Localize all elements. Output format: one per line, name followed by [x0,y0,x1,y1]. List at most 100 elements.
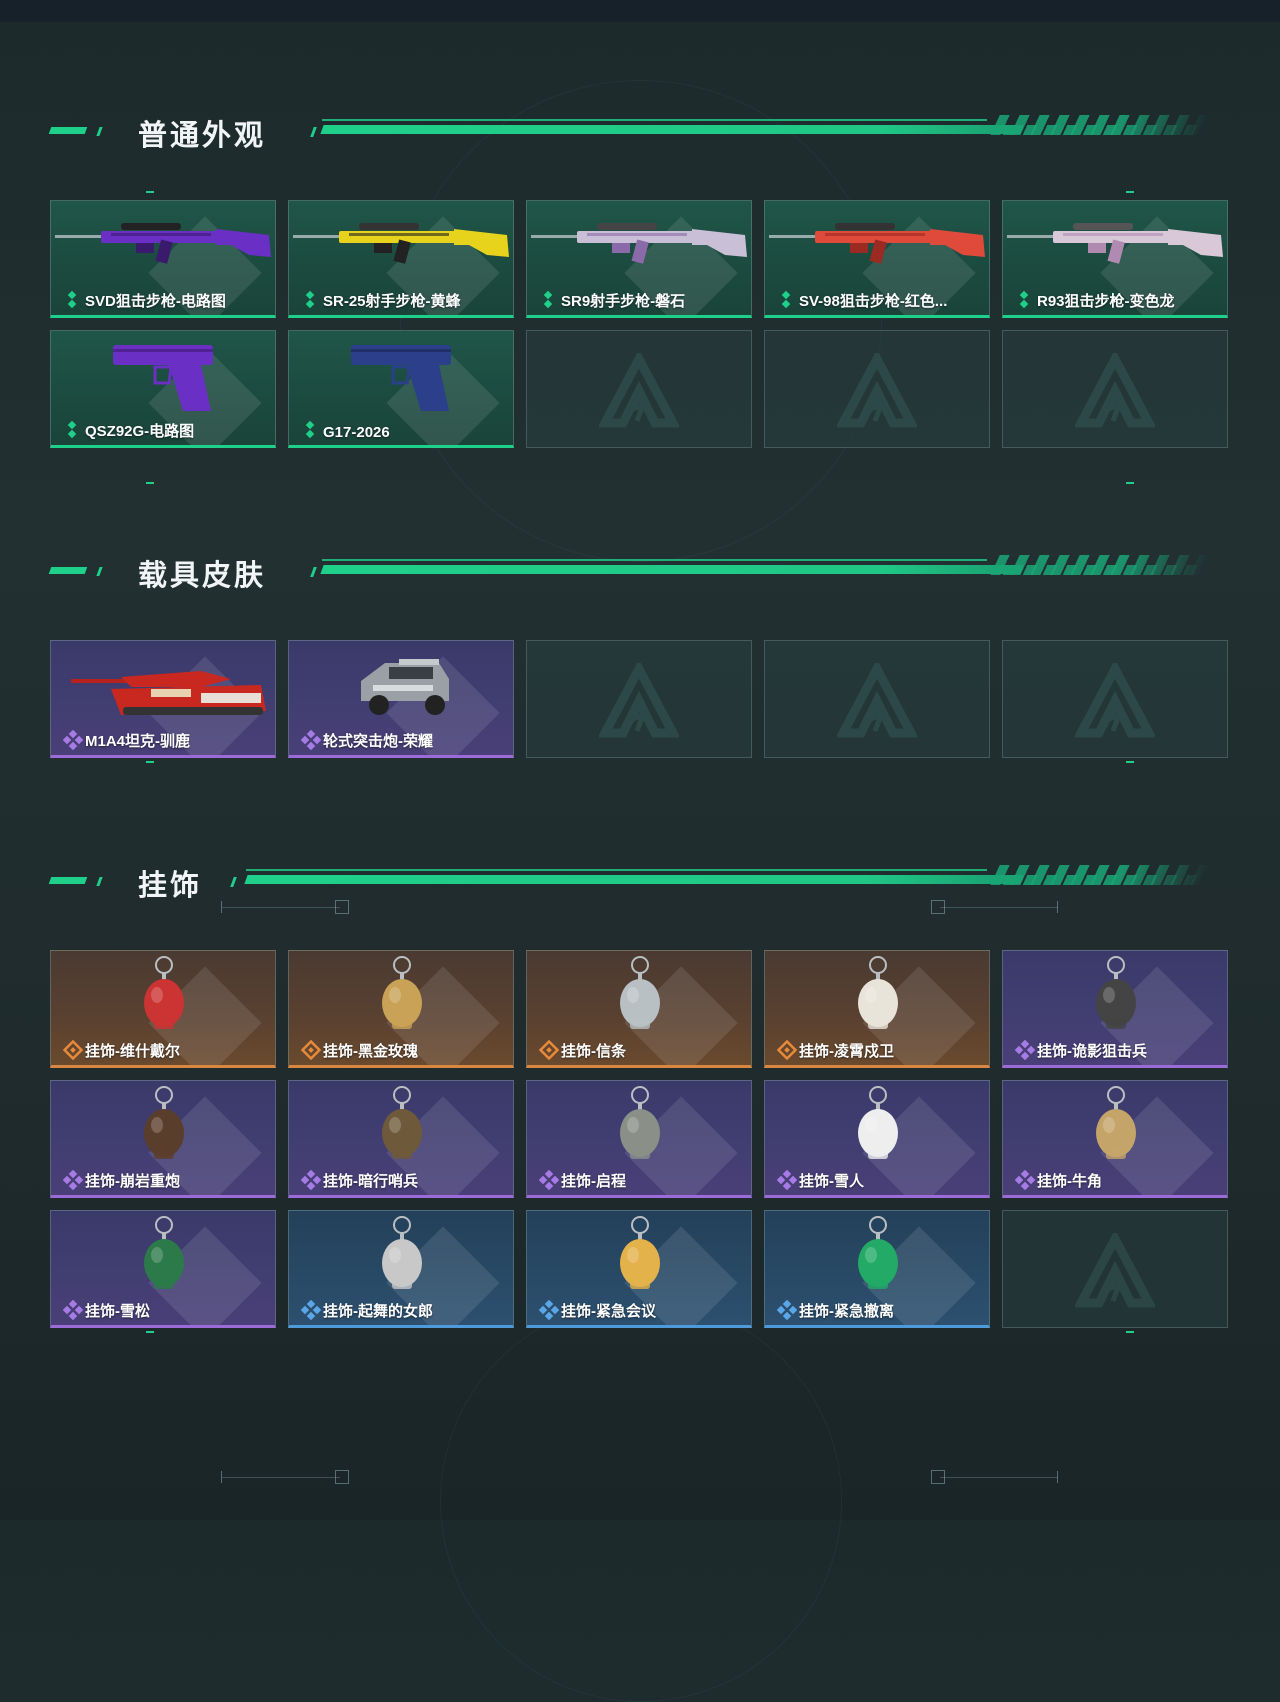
item-card[interactable]: SV-98狙击步枪-红色... [764,200,990,318]
item-card[interactable]: 挂饰-紧急撤离 [764,1210,990,1328]
rarity-icon [62,1039,84,1061]
rarity-icon [300,729,322,751]
item-label: 挂饰-牛角 [1037,1173,1102,1190]
item-card[interactable]: 挂饰-启程 [526,1080,752,1198]
rarity-icon [300,1299,322,1321]
empty-slot [764,640,990,758]
corner-mark [1126,482,1134,484]
hud-ruler [940,1477,1058,1478]
item-label: 挂饰-信条 [561,1043,626,1060]
item-label: QSZ92G-电路图 [85,423,195,440]
item-card[interactable]: SR-25射手步枪-黄蜂 [288,200,514,318]
rarity-icon [539,290,559,310]
charm-icon [51,1211,275,1297]
hud-square [335,900,349,914]
item-card[interactable]: R93狙击步枪-变色龙 [1002,200,1228,318]
corner-mark [1126,761,1134,763]
rarity-icon [300,1169,322,1191]
item-card[interactable]: 挂饰-紧急会议 [526,1210,752,1328]
item-card[interactable]: 挂饰-崩岩重炮 [50,1080,276,1198]
item-label: SR9射手步枪-磐石 [561,293,686,310]
item-card[interactable]: QSZ92G-电路图 [50,330,276,448]
header-checker [992,875,1208,885]
background-ring [440,1300,842,1702]
hud-square [335,1470,349,1484]
charm-icon [765,1211,989,1297]
item-label: 挂饰-紧急撤离 [799,1303,894,1320]
rarity-icon [62,1299,84,1321]
pistol-icon [51,331,275,417]
item-card[interactable]: 轮式突击炮-荣耀 [288,640,514,758]
rarity-icon [63,290,83,310]
item-card[interactable]: 挂饰-凌霄戍卫 [764,950,990,1068]
header-bar [320,125,1024,134]
item-card[interactable]: 挂饰-黑金玫瑰 [288,950,514,1068]
background-ring [400,80,882,562]
rarity-icon [538,1039,560,1061]
empty-slot [526,640,752,758]
item-card[interactable]: SR9射手步枪-磐石 [526,200,752,318]
marksman-rifle-icon [289,201,513,287]
charm-icon [527,1081,751,1167]
rarity-icon [776,1039,798,1061]
item-label: R93狙击步枪-变色龙 [1037,293,1175,310]
item-label: 挂饰-崩岩重炮 [85,1173,180,1190]
item-card[interactable]: SVD狙击步枪-电路图 [50,200,276,318]
item-card[interactable]: 挂饰-雪人 [764,1080,990,1198]
rarity-icon [1014,1039,1036,1061]
item-label: M1A4坦克-驯鹿 [85,733,191,750]
item-card[interactable]: M1A4坦克-驯鹿 [50,640,276,758]
corner-mark [146,191,154,193]
item-card[interactable]: 挂饰-牛角 [1002,1080,1228,1198]
armored-car-icon [289,641,513,727]
item-card[interactable]: G17-2026 [288,330,514,448]
header-accent [96,877,103,886]
rarity-icon [301,420,321,440]
header-accent [96,567,103,576]
logo-watermark-icon [597,349,681,433]
item-label: 挂饰-暗行哨兵 [323,1173,418,1190]
item-label: 挂饰-起舞的女郎 [323,1303,433,1320]
item-label: 挂饰-诡影狙击兵 [1037,1043,1147,1060]
item-card[interactable]: 挂饰-起舞的女郎 [288,1210,514,1328]
item-card[interactable]: 挂饰-诡影狙击兵 [1002,950,1228,1068]
section-header-charms: 挂饰 [48,865,1210,902]
header-accent [310,567,317,577]
corner-mark [146,482,154,484]
section-title: 普通外观 [138,120,267,152]
item-label: SR-25射手步枪-黄蜂 [323,293,461,310]
header-bar [244,875,1024,884]
pistol-icon [289,331,513,417]
item-label: 挂饰-维什戴尔 [85,1043,180,1060]
logo-watermark-icon [597,659,681,743]
header-line [322,119,987,121]
top-bar [0,0,1280,22]
hud-ruler [940,907,1058,908]
charm-icon [289,1081,513,1167]
charm-icon [289,1211,513,1297]
rarity-icon [1015,290,1035,310]
marksman-rifle-icon [527,201,751,287]
rarity-icon [62,729,84,751]
logo-watermark-icon [1073,349,1157,433]
header-accent [230,877,237,887]
item-card[interactable]: 挂饰-维什戴尔 [50,950,276,1068]
rarity-icon [301,290,321,310]
sniper-rifle-icon [1003,201,1227,287]
item-card[interactable]: 挂饰-信条 [526,950,752,1068]
rarity-icon [538,1299,560,1321]
corner-mark [1126,1331,1134,1333]
logo-watermark-icon [1073,1229,1157,1313]
charm-icon [527,1211,751,1297]
item-card[interactable]: 挂饰-暗行哨兵 [288,1080,514,1198]
hud-ruler [1057,1471,1058,1483]
item-card[interactable]: 挂饰-雪松 [50,1210,276,1328]
item-label: SVD狙击步枪-电路图 [85,293,226,310]
rarity-icon [776,1169,798,1191]
hud-ruler [221,1471,222,1483]
rarity-icon [62,1169,84,1191]
empty-slot [1002,330,1228,448]
header-checker [992,565,1208,575]
item-label: G17-2026 [323,424,390,441]
rarity-icon [776,1299,798,1321]
